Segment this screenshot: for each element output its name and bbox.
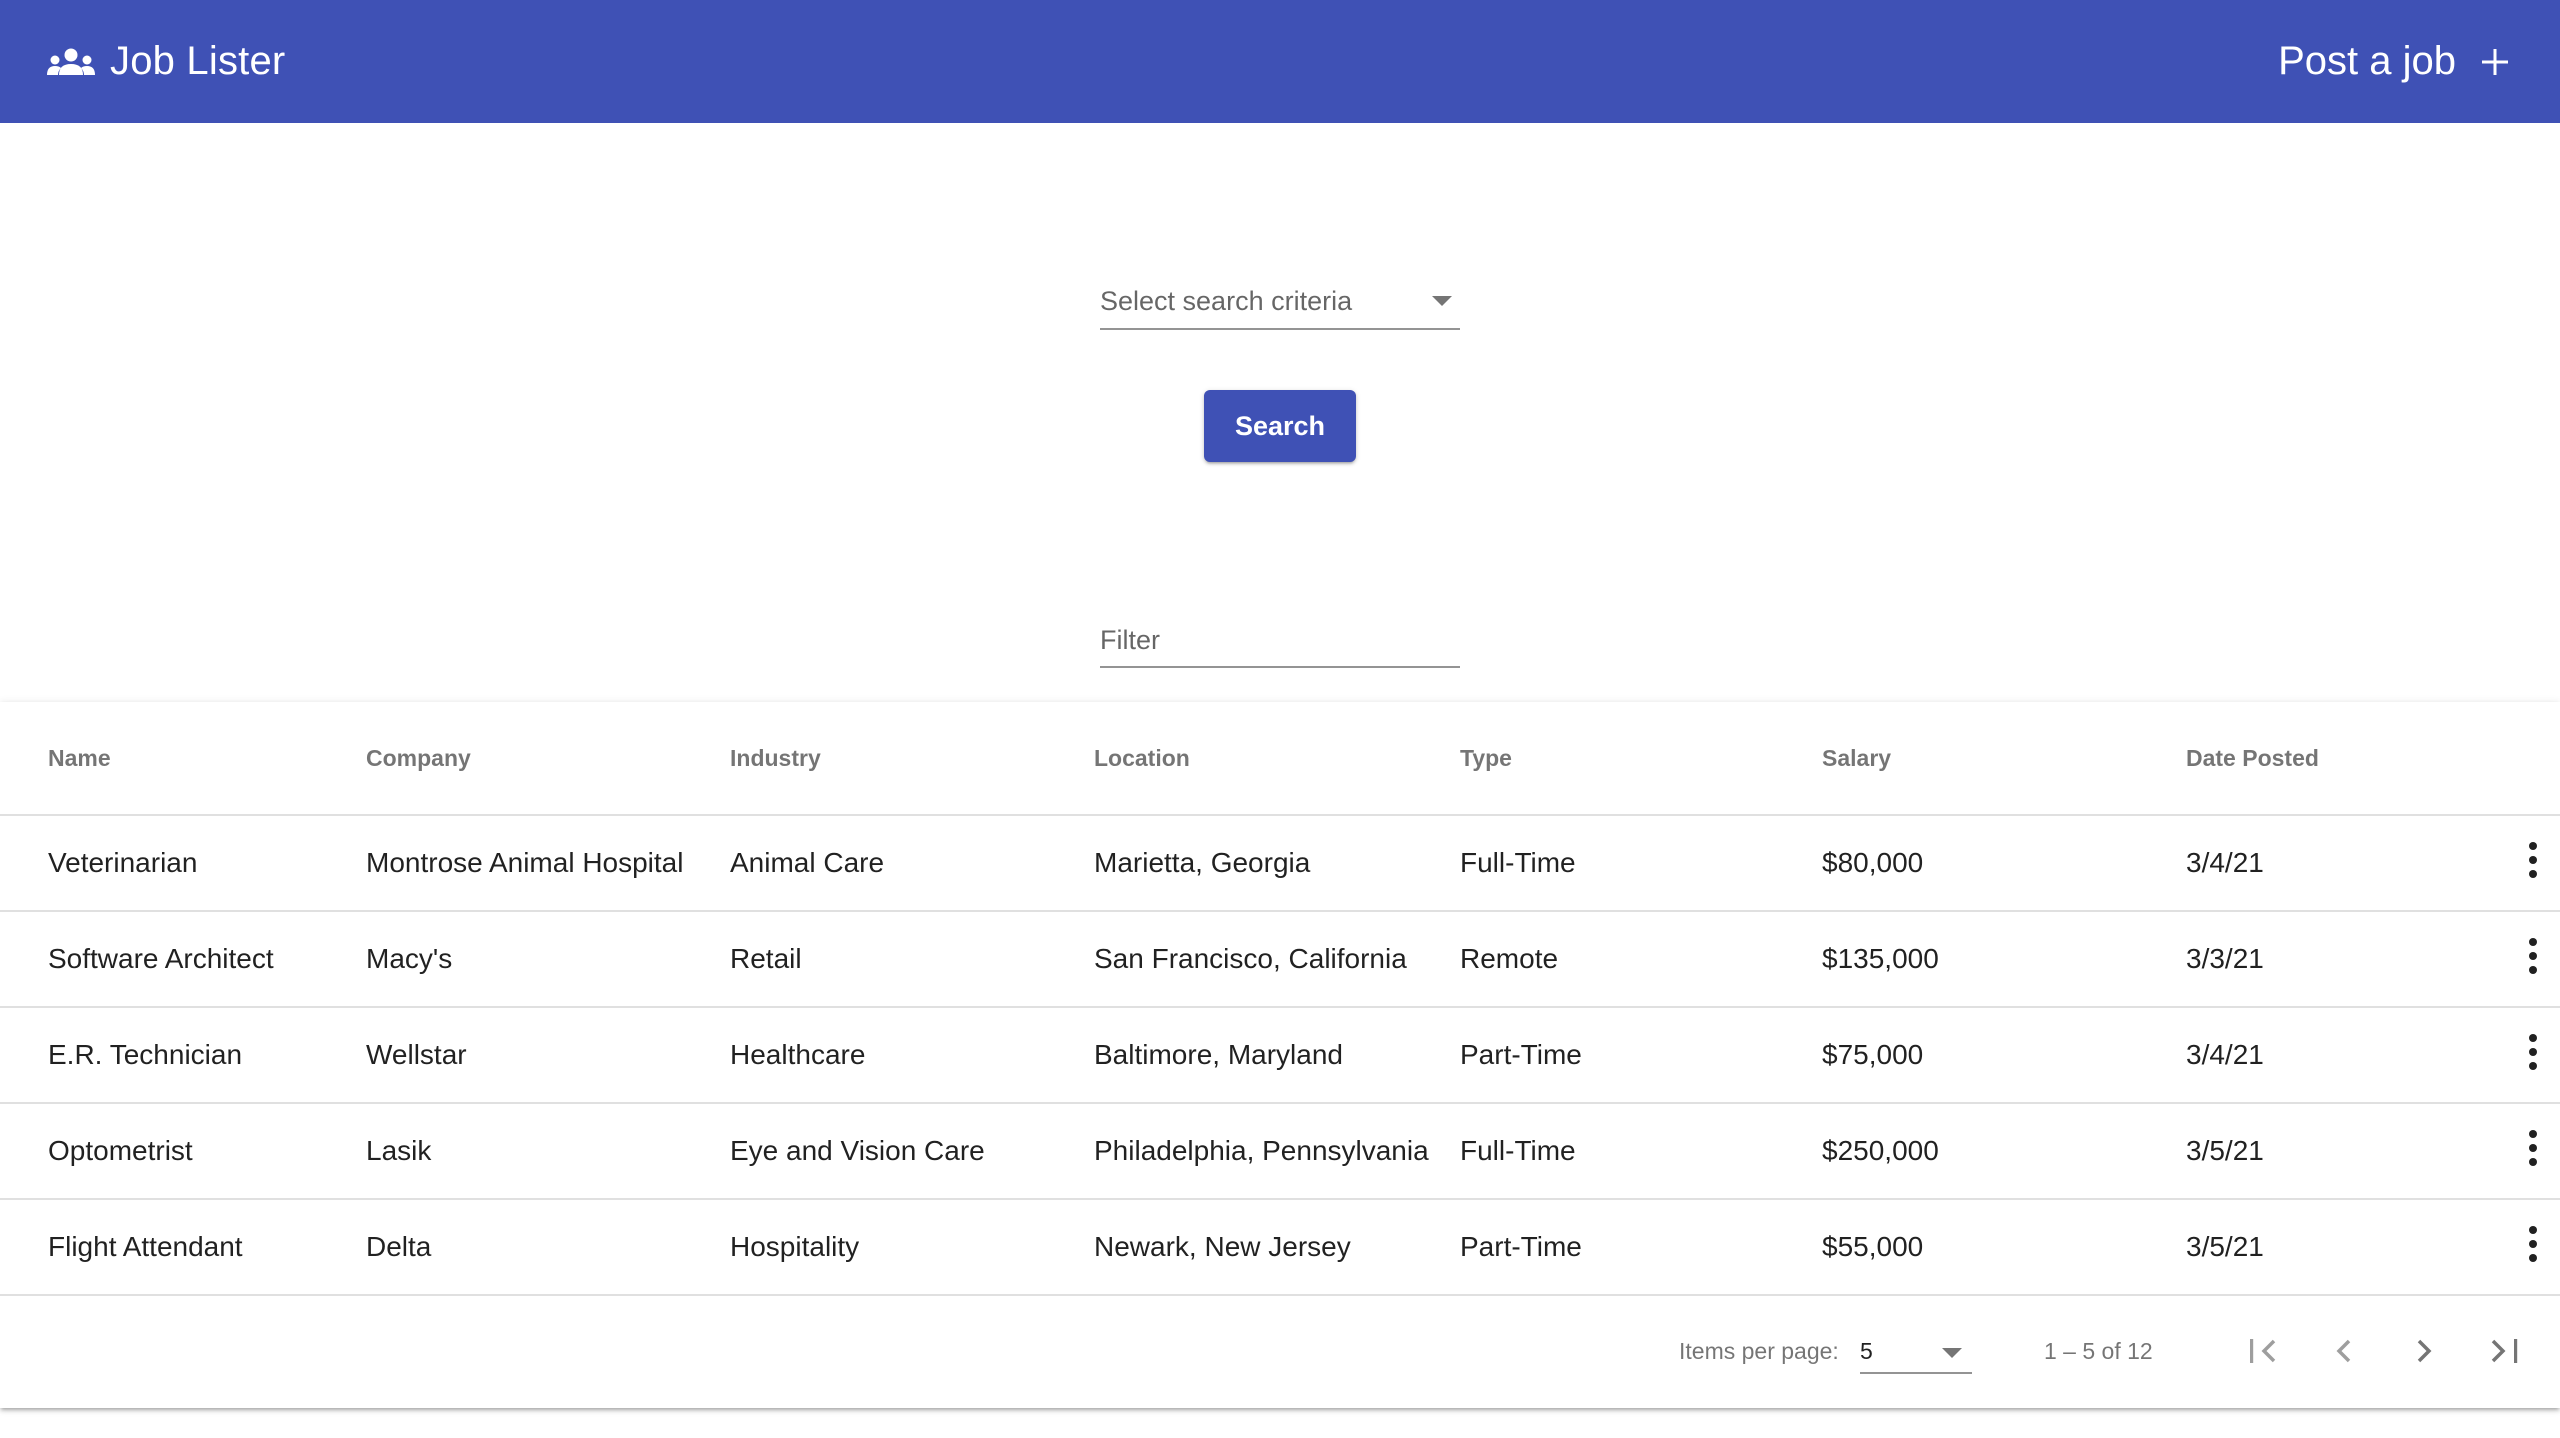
cell-location: Newark, New Jersey <box>1094 1231 1351 1262</box>
cell-company: Lasik <box>366 1135 432 1166</box>
paginator: Items per page: 5 1 – 5 of 12 <box>0 1294 2560 1408</box>
column-header-location[interactable]: Location <box>1094 702 1460 815</box>
cell-salary: $75,000 <box>1822 1039 1924 1070</box>
cell-salary: $135,000 <box>1822 943 1939 974</box>
cell-name: E.R. Technician <box>48 1039 243 1070</box>
cell-industry: Healthcare <box>730 1039 866 1070</box>
more-vert-icon[interactable] <box>2513 1032 2553 1072</box>
cell-date-posted: 3/5/21 <box>2186 1231 2264 1262</box>
cell-actions <box>2466 815 2560 911</box>
cell-salary: $55,000 <box>1822 1231 1924 1262</box>
cell-actions <box>2466 911 2560 1007</box>
last-page-icon[interactable] <box>2480 1327 2528 1375</box>
items-per-page-select[interactable]: 5 <box>1860 1330 1972 1374</box>
first-page-icon[interactable] <box>2240 1327 2288 1375</box>
cell-type: Remote <box>1460 943 1559 974</box>
dropdown-arrow-icon <box>1432 296 1452 306</box>
post-job-label: Post a job <box>2278 39 2456 83</box>
cell-industry: Animal Care <box>730 847 885 878</box>
cell-type: Part-Time <box>1460 1231 1582 1262</box>
top-toolbar: Job Lister Post a job <box>0 0 2560 123</box>
cell-industry: Eye and Vision Care <box>730 1135 985 1166</box>
cell-type: Part-Time <box>1460 1039 1582 1070</box>
more-vert-icon[interactable] <box>2513 1224 2553 1264</box>
cell-salary: $80,000 <box>1822 847 1924 878</box>
cell-type: Full-Time <box>1460 1135 1576 1166</box>
cell-date-posted: 3/3/21 <box>2186 943 2264 974</box>
cell-date-posted: 3/5/21 <box>2186 1135 2264 1166</box>
people-icon <box>46 47 96 77</box>
cell-date-posted: 3/4/21 <box>2186 1039 2264 1070</box>
more-vert-icon[interactable] <box>2513 1128 2553 1168</box>
cell-location: Baltimore, Maryland <box>1094 1039 1343 1070</box>
table-row: Veterinarian Montrose Animal Hospital An… <box>0 815 2560 911</box>
table-header-row: Name Company Industry Location Type Sala… <box>0 702 2560 815</box>
table-row: Flight Attendant Delta Hospitality Newar… <box>0 1199 2560 1295</box>
search-criteria-placeholder: Select search criteria <box>1100 286 1353 316</box>
cell-date-posted: 3/4/21 <box>2186 847 2264 878</box>
cell-name: Software Architect <box>48 943 274 974</box>
items-per-page-value: 5 <box>1860 1338 1873 1364</box>
column-header-type[interactable]: Type <box>1460 702 1822 815</box>
app-brand[interactable]: Job Lister <box>46 39 285 84</box>
column-header-industry[interactable]: Industry <box>730 702 1094 815</box>
table-row: Software Architect Macy's Retail San Fra… <box>0 911 2560 1007</box>
cell-salary: $250,000 <box>1822 1135 1939 1166</box>
cell-industry: Hospitality <box>730 1231 860 1262</box>
column-header-date-posted[interactable]: Date Posted <box>2186 702 2466 815</box>
cell-type: Full-Time <box>1460 847 1576 878</box>
jobs-table: Name Company Industry Location Type Sala… <box>0 702 2560 1296</box>
next-page-icon[interactable] <box>2400 1327 2448 1375</box>
dropdown-arrow-icon <box>1942 1348 1962 1358</box>
table-row: Optometrist Lasik Eye and Vision Care Ph… <box>0 1103 2560 1199</box>
cell-actions <box>2466 1007 2560 1103</box>
search-criteria-select[interactable]: Select search criteria <box>1100 272 1460 330</box>
cell-location: Philadelphia, Pennsylvania <box>1094 1135 1429 1166</box>
cell-company: Wellstar <box>366 1039 467 1070</box>
cell-company: Macy's <box>366 943 453 974</box>
cell-location: San Francisco, California <box>1094 943 1407 974</box>
app-title: Job Lister <box>110 39 286 83</box>
column-header-salary[interactable]: Salary <box>1822 702 2186 815</box>
cell-industry: Retail <box>730 943 802 974</box>
post-job-button[interactable]: Post a job <box>2278 39 2510 84</box>
cell-company: Delta <box>366 1231 432 1262</box>
column-header-company[interactable]: Company <box>366 702 730 815</box>
cell-actions <box>2466 1199 2560 1295</box>
more-vert-icon[interactable] <box>2513 936 2553 976</box>
plus-icon <box>2480 47 2510 77</box>
items-per-page-label: Items per page: <box>1679 1338 1839 1364</box>
cell-location: Marietta, Georgia <box>1094 847 1311 878</box>
cell-name: Veterinarian <box>48 847 198 878</box>
cell-name: Flight Attendant <box>48 1231 243 1262</box>
filter-field[interactable] <box>1100 612 1460 668</box>
cell-name: Optometrist <box>48 1135 193 1166</box>
page-range-label: 1 – 5 of 12 <box>2044 1338 2153 1364</box>
cell-company: Montrose Animal Hospital <box>366 847 684 878</box>
filter-input[interactable] <box>1100 620 1460 660</box>
table-row: E.R. Technician Wellstar Healthcare Balt… <box>0 1007 2560 1103</box>
cell-actions <box>2466 1103 2560 1199</box>
column-header-name[interactable]: Name <box>0 702 366 815</box>
jobs-table-card: Name Company Industry Location Type Sala… <box>0 702 2560 1408</box>
previous-page-icon[interactable] <box>2320 1327 2368 1375</box>
search-button[interactable]: Search <box>1204 390 1356 462</box>
more-vert-icon[interactable] <box>2513 840 2553 880</box>
column-header-actions <box>2466 702 2560 815</box>
